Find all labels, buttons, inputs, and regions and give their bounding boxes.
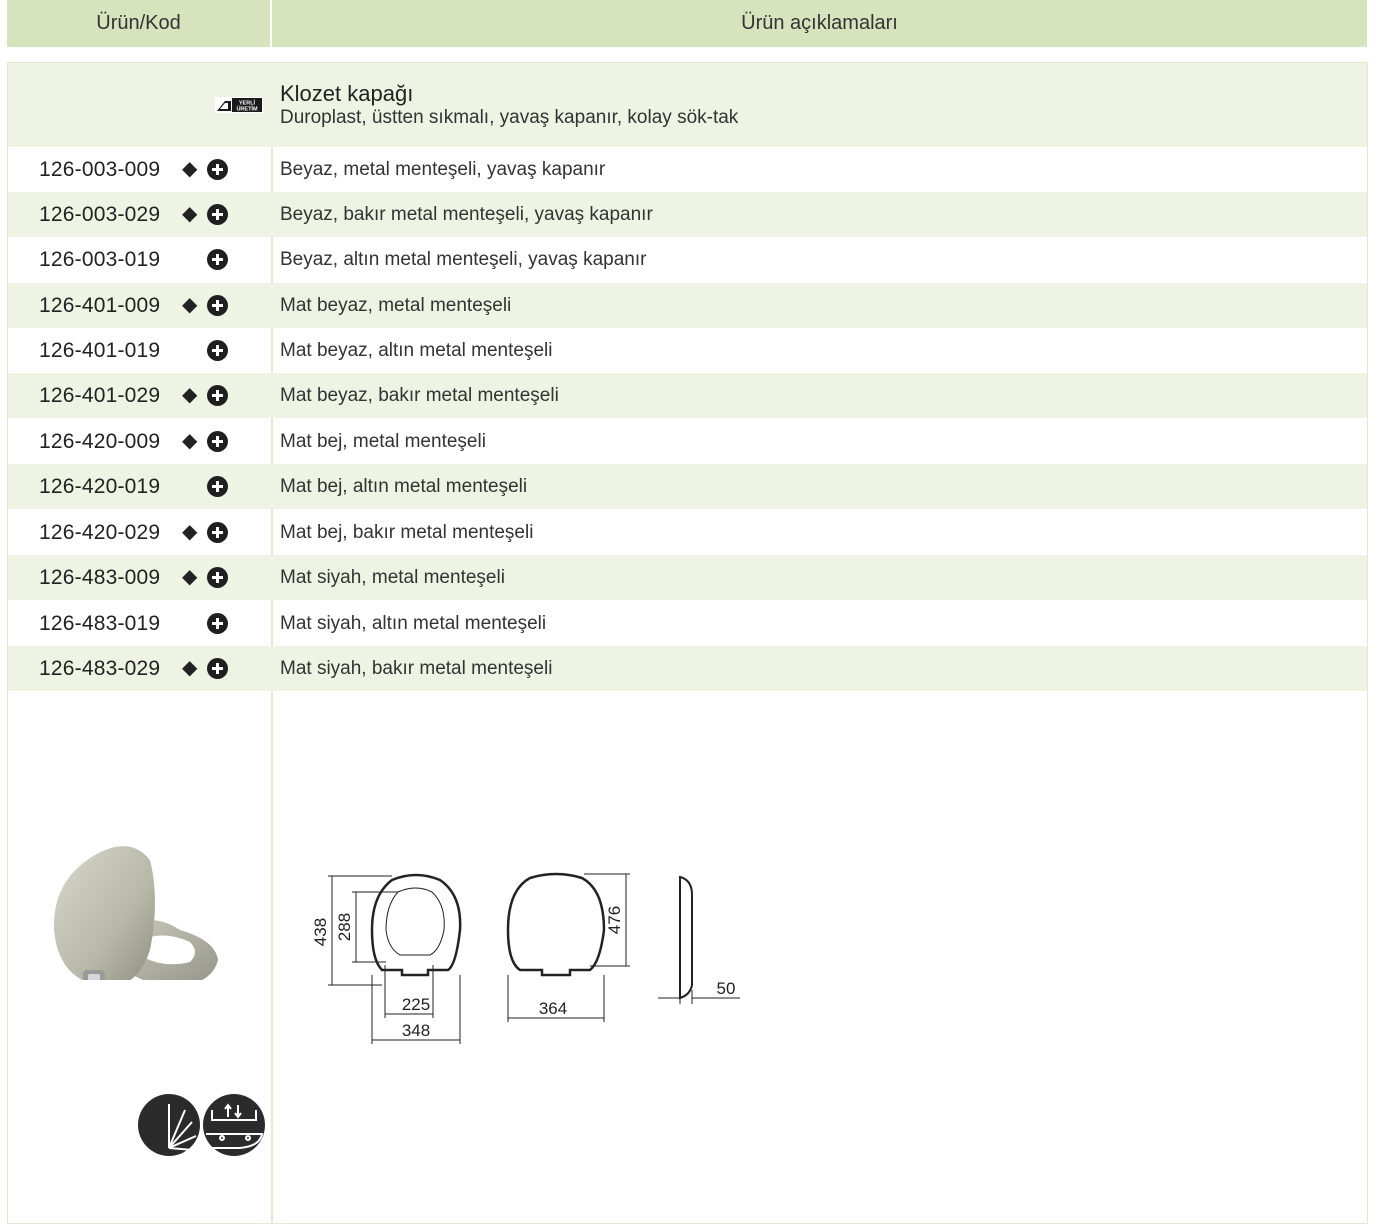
- plus-circle-icon: [207, 476, 228, 497]
- feature-icons: [138, 1094, 265, 1156]
- table-row: 126-401-019 Mat beyaz, altın metal mente…: [8, 328, 1367, 373]
- product-description: Mat siyah, metal menteşeli: [280, 566, 505, 588]
- product-code: 126-483-009: [39, 566, 161, 589]
- product-title-row: YERLİ ÜRETİM Klozet kapağı Duroplast, üs…: [8, 63, 1367, 147]
- plus-circle-icon: [207, 385, 228, 406]
- plus-circle-icon: [207, 613, 228, 634]
- diamond-icon: ◆: [182, 521, 198, 543]
- product-title: Klozet kapağı: [280, 81, 414, 106]
- diamond-icon: ◆: [182, 294, 198, 316]
- product-code: 126-420-019: [39, 475, 161, 498]
- plus-circle-icon: [207, 567, 228, 588]
- diamond-icon: ◆: [182, 566, 198, 588]
- dim-50: 50: [717, 979, 736, 998]
- dim-288: 288: [335, 913, 354, 941]
- dim-364: 364: [539, 999, 567, 1018]
- table-row: 126-003-019 Beyaz, altın metal menteşeli…: [8, 237, 1367, 282]
- product-code: 126-420-029: [39, 521, 161, 544]
- plus-circle-icon: [207, 249, 228, 270]
- svg-text:ÜRETİM: ÜRETİM: [236, 106, 258, 113]
- plus-circle-icon: [207, 340, 228, 361]
- plus-circle-icon: [207, 658, 228, 679]
- column-header-description: Ürün açıklamaları: [272, 0, 1367, 47]
- diamond-icon: ◆: [182, 384, 198, 406]
- product-code: 126-401-009: [39, 294, 161, 317]
- product-description: Beyaz, bakır metal menteşeli, yavaş kapa…: [280, 203, 653, 225]
- product-code: 126-003-009: [39, 158, 161, 181]
- table-row: 126-003-029 ◆ Beyaz, bakır metal menteşel…: [8, 192, 1367, 237]
- plus-circle-icon: [207, 431, 228, 452]
- dim-348: 348: [402, 1021, 430, 1040]
- dim-438: 438: [311, 918, 330, 946]
- local-production-badge: YERLİ ÜRETİM: [215, 97, 263, 113]
- product-description: Mat bej, bakır metal menteşeli: [280, 521, 534, 543]
- product-code: 126-003-019: [39, 248, 161, 271]
- product-code: 126-420-009: [39, 430, 161, 453]
- soft-close-icon: [138, 1094, 200, 1156]
- table-row: 126-003-009 ◆ Beyaz, metal menteşeli, yav…: [8, 147, 1367, 192]
- product-description: Mat beyaz, altın metal menteşeli: [280, 339, 553, 361]
- table-row: 126-420-029 ◆ Mat bej, bakır metal menteş…: [8, 510, 1367, 555]
- table-row: 126-401-029 ◆ Mat beyaz, bakır metal ment…: [8, 373, 1367, 418]
- product-code: 126-483-019: [39, 612, 161, 635]
- diamond-icon: ◆: [182, 657, 198, 679]
- product-description: Mat beyaz, metal menteşeli: [280, 294, 512, 316]
- product-code: 126-401-029: [39, 384, 161, 407]
- diamond-icon: ◆: [182, 430, 198, 452]
- product-description: Mat bej, altın metal menteşeli: [280, 475, 528, 497]
- product-description: Mat bej, metal menteşeli: [280, 430, 486, 452]
- quick-release-icon: [203, 1094, 265, 1156]
- table-row: 126-483-029 ◆ Mat siyah, bakır metal ment…: [8, 646, 1367, 691]
- product-image: [53, 846, 218, 980]
- svg-text:YERLİ: YERLİ: [239, 100, 256, 107]
- table-row: 126-483-019 Mat siyah, altın metal mente…: [8, 601, 1367, 646]
- product-description: Beyaz, metal menteşeli, yavaş kapanır: [280, 158, 606, 180]
- product-code: 126-483-029: [39, 657, 161, 680]
- column-header-code: Ürün/Kod: [7, 0, 270, 47]
- table-row: 126-420-009 ◆ Mat bej, metal menteşeli: [8, 419, 1367, 464]
- table-row: 126-420-019 Mat bej, altın metal menteşe…: [8, 464, 1367, 509]
- product-description: Mat siyah, bakır metal menteşeli: [280, 657, 553, 679]
- product-description: Beyaz, altın metal menteşeli, yavaş kapa…: [280, 248, 647, 270]
- dim-476: 476: [605, 906, 624, 934]
- diamond-icon: ◆: [182, 158, 198, 180]
- product-code: 126-401-019: [39, 339, 161, 362]
- product-description: Mat siyah, altın metal menteşeli: [280, 612, 547, 634]
- table-row: 126-401-009 ◆ Mat beyaz, metal menteşeli: [8, 283, 1367, 328]
- product-subtitle: Duroplast, üstten sıkmalı, yavaş kapanır…: [280, 107, 739, 128]
- plus-circle-icon: [207, 159, 228, 180]
- dimension-drawing: 438 288 225 348 364 476 50: [311, 872, 740, 1044]
- product-description: Mat beyaz, bakır metal menteşeli: [280, 384, 559, 406]
- diamond-icon: ◆: [182, 203, 198, 225]
- table-row: 126-483-009 ◆ Mat siyah, metal menteşeli: [8, 555, 1367, 600]
- dim-225: 225: [402, 995, 430, 1014]
- product-code: 126-003-029: [39, 203, 161, 226]
- plus-circle-icon: [207, 295, 228, 316]
- plus-circle-icon: [207, 204, 228, 225]
- plus-circle-icon: [207, 522, 228, 543]
